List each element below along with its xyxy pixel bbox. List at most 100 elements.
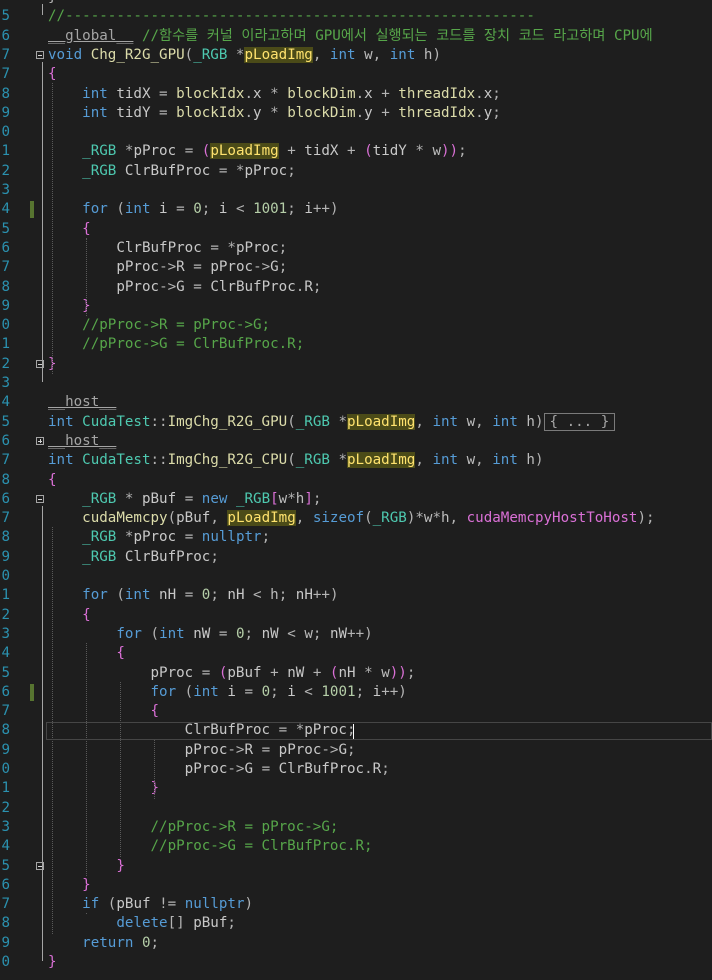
code-text[interactable]: }: [48, 779, 160, 798]
code-text[interactable]: cudaMemcpy(pBuf, pLoadImg, sizeof(_RGB)*…: [48, 509, 655, 528]
code-text[interactable]: _RGB ClrBufProc = *pProc;: [48, 162, 296, 181]
code-text[interactable]: //pProc->R = pProc->G;: [48, 818, 339, 837]
code-text[interactable]: for (int nW = 0; nW < w; nW++): [48, 625, 372, 644]
code-line[interactable]: 1 _RGB *pProc = (pLoadImg + tidX + (tidY…: [0, 142, 712, 161]
code-editor[interactable]: } 5 //------------------------------------…: [0, 0, 712, 980]
code-text[interactable]: _RGB *pProc = (pLoadImg + tidX + (tidY *…: [48, 142, 467, 161]
code-line[interactable]: 4 {: [0, 644, 712, 663]
code-line[interactable]: 9 int tidY = blockIdx.y * blockDim.y + t…: [0, 104, 712, 123]
code-text[interactable]: //pProc->R = pProc->G;: [48, 316, 270, 335]
code-line[interactable]: 2 _RGB ClrBufProc = *pProc;: [0, 162, 712, 181]
code-text[interactable]: }: [48, 876, 91, 895]
code-text[interactable]: _RGB *pProc = nullptr;: [48, 528, 270, 547]
code-text[interactable]: {: [48, 702, 160, 721]
code-line[interactable]: 1 for (int nH = 0; nH < h; nH++): [0, 586, 712, 605]
code-line[interactable]: 7 int CudaTest::ImgChg_R2G_CPU(_RGB *pLoa…: [0, 451, 712, 470]
code-line[interactable]: 9 _RGB ClrBufProc;: [0, 548, 712, 567]
code-line[interactable]: 3: [0, 181, 712, 200]
code-text[interactable]: void Chg_R2G_GPU(_RGB *pLoadImg, int w, …: [48, 46, 441, 65]
code-line[interactable]: 3: [0, 374, 712, 393]
code-line[interactable]: 0 pProc->G = ClrBufProc.R;: [0, 760, 712, 779]
code-line[interactable]: 7 pProc->R = pProc->G;: [0, 258, 712, 277]
code-text[interactable]: __global__ //함수를 커널 이라고하며 GPU에서 실행되는 코드를…: [48, 27, 653, 46]
code-line[interactable]: 0}: [0, 953, 712, 972]
code-line[interactable]: 8{: [0, 471, 712, 490]
code-text[interactable]: }: [48, 0, 57, 7]
code-line[interactable]: 7 void Chg_R2G_GPU(_RGB *pLoadImg, int w,…: [0, 46, 712, 65]
code-line[interactable]: 9 return 0;: [0, 934, 712, 953]
code-line[interactable]: 7 if (pBuf != nullptr): [0, 895, 712, 914]
code-line[interactable]: 5 }: [0, 857, 712, 876]
code-line[interactable]: 1 }: [0, 779, 712, 798]
code-text[interactable]: //pProc->G = ClrBufProc.R;: [48, 837, 373, 856]
code-line[interactable]: 7 {: [0, 702, 712, 721]
code-line[interactable]: 8 _RGB *pProc = nullptr;: [0, 528, 712, 547]
code-line[interactable]: 6 _RGB * pBuf = new _RGB[w*h];: [0, 490, 712, 509]
code-text[interactable]: for (int i = 0; i < 1001; i++): [48, 200, 338, 219]
code-line[interactable]: 2 {: [0, 606, 712, 625]
code-token: nullptr: [184, 896, 245, 913]
code-line[interactable]: 4 for (int i = 0; i < 1001; i++): [0, 200, 712, 219]
code-line[interactable]: 9 }: [0, 297, 712, 316]
code-text[interactable]: {: [48, 220, 91, 239]
code-line[interactable]: 3 for (int nW = 0; nW < w; nW++): [0, 625, 712, 644]
code-line[interactable]: 3 //pProc->R = pProc->G;: [0, 818, 712, 837]
code-text[interactable]: _RGB * pBuf = new _RGB[w*h];: [48, 490, 321, 509]
code-text[interactable]: for (int i = 0; i < 1001; i++): [48, 683, 407, 702]
code-text[interactable]: }: [48, 953, 57, 972]
code-text[interactable]: delete[] pBuf;: [48, 914, 236, 933]
code-line[interactable]: 6 for (int i = 0; i < 1001; i++): [0, 683, 712, 702]
code-text[interactable]: {: [48, 65, 57, 84]
code-text[interactable]: pProc->G = ClrBufProc.R;: [48, 278, 321, 297]
code-line[interactable]: 6 __host__: [0, 432, 712, 451]
code-line[interactable]: 6 __global__ //함수를 커널 이라고하며 GPU에서 실행되는 코드…: [0, 27, 712, 46]
code-token: ->: [159, 259, 177, 276]
code-token: {: [82, 220, 91, 237]
code-text[interactable]: //pProc->G = ClrBufProc.R;: [48, 335, 304, 354]
code-text[interactable]: _RGB ClrBufProc;: [48, 548, 219, 567]
code-line[interactable]: 6 }: [0, 876, 712, 895]
code-line[interactable]: 5 //-------------------------------------…: [0, 7, 712, 26]
code-line[interactable]: 5 pProc = (pBuf + nW + (nH * w));: [0, 664, 712, 683]
collapse-icon[interactable]: [36, 494, 44, 503]
code-text[interactable]: if (pBuf != nullptr): [48, 895, 253, 914]
code-line[interactable]: 0 //pProc->R = pProc->G;: [0, 316, 712, 335]
code-text[interactable]: int tidY = blockIdx.y * blockDim.y + thr…: [48, 104, 501, 123]
code-line[interactable]: 5 int CudaTest::ImgChg_R2G_GPU(_RGB *pLoa…: [0, 412, 712, 432]
code-text[interactable]: for (int nH = 0; nH < h; nH++): [48, 586, 338, 605]
code-text[interactable]: pProc->R = pProc->G;: [48, 258, 287, 277]
expand-icon[interactable]: [36, 436, 44, 445]
code-line[interactable]: 8 delete[] pBuf;: [0, 914, 712, 933]
code-text[interactable]: int tidX = blockIdx.x * blockDim.x + thr…: [48, 85, 501, 104]
code-text[interactable]: {: [48, 606, 91, 625]
collapsed-block-button[interactable]: { ... }: [543, 412, 616, 431]
code-text[interactable]: pProc = (pBuf + nW + (nH * w));: [48, 664, 416, 683]
code-line[interactable]: 6 ClrBufProc = *pProc;: [0, 239, 712, 258]
code-line[interactable]: 8 pProc->G = ClrBufProc.R;: [0, 278, 712, 297]
code-text[interactable]: ClrBufProc = *pProc;: [48, 239, 287, 258]
code-line[interactable]: }: [0, 0, 712, 7]
code-line[interactable]: 7 cudaMemcpy(pBuf, pLoadImg, sizeof(_RGB…: [0, 509, 712, 528]
code-line[interactable]: 0: [0, 567, 712, 586]
code-line[interactable]: 0: [0, 123, 712, 142]
code-text[interactable]: return 0;: [48, 934, 159, 953]
code-text[interactable]: pProc->R = pProc->G;: [48, 741, 356, 760]
code-line[interactable]: 4 __host__: [0, 393, 712, 412]
code-text[interactable]: __host__: [48, 432, 116, 451]
code-text[interactable]: {: [48, 471, 57, 490]
code-line[interactable]: 7{: [0, 65, 712, 84]
code-line[interactable]: 8 int tidX = blockIdx.x * blockDim.x + t…: [0, 85, 712, 104]
code-line[interactable]: 2: [0, 799, 712, 818]
code-text[interactable]: //--------------------------------------…: [48, 7, 535, 26]
code-text[interactable]: __host__: [48, 393, 116, 412]
code-text[interactable]: int CudaTest::ImgChg_R2G_CPU(_RGB *pLoad…: [48, 451, 544, 470]
code-text[interactable]: int CudaTest::ImgChg_R2G_GPU(_RGB *pLoad…: [48, 412, 616, 432]
code-line[interactable]: 9 pProc->R = pProc->G;: [0, 741, 712, 760]
code-line[interactable]: 5 {: [0, 220, 712, 239]
code-line[interactable]: 1 //pProc->G = ClrBufProc.R;: [0, 335, 712, 354]
collapse-icon[interactable]: [36, 50, 44, 59]
code-text[interactable]: }: [48, 297, 91, 316]
code-text[interactable]: pProc->G = ClrBufProc.R;: [48, 760, 390, 779]
code-line[interactable]: 2}: [0, 355, 712, 374]
code-line[interactable]: 4 //pProc->G = ClrBufProc.R;: [0, 837, 712, 856]
